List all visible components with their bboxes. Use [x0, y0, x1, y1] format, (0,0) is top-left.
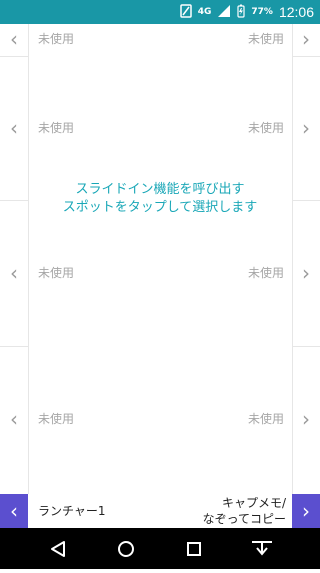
capture-memo-label[interactable]: キャプメモ/ なぞってコピー	[203, 495, 286, 527]
clock: 12:06	[278, 4, 314, 20]
battery-percent: 77%	[251, 7, 273, 17]
divider	[0, 200, 28, 201]
divider	[292, 200, 320, 201]
right-slot-label: 未使用	[247, 412, 284, 426]
divider	[0, 346, 28, 347]
left-spot-1[interactable]: ‹	[0, 25, 28, 53]
right-spot-4[interactable]: ›	[292, 405, 320, 433]
right-slot-label: 未使用	[247, 32, 284, 46]
status-bar: 4G 77% 12:06	[0, 0, 320, 24]
right-spot-1[interactable]: ›	[292, 25, 320, 53]
right-spot-2[interactable]: ›	[292, 114, 320, 142]
instruction-message: スライドイン機能を呼び出す スポットをタップして選択します	[28, 181, 292, 217]
left-spot-2[interactable]: ‹	[0, 114, 28, 142]
signal-icon	[217, 4, 231, 21]
capture-memo-line-1: キャプメモ/	[221, 496, 286, 510]
left-spot-3[interactable]: ‹	[0, 259, 28, 287]
divider	[292, 346, 320, 347]
right-spot-3[interactable]: ›	[292, 259, 320, 287]
chevron-left-button[interactable]: ‹	[0, 494, 28, 528]
system-nav-bar	[0, 528, 320, 569]
sim-icon	[180, 3, 192, 21]
capture-memo-line-2: なぞってコピー	[202, 512, 286, 526]
right-slot-label: 未使用	[247, 121, 284, 135]
divider	[292, 56, 320, 57]
divider	[0, 56, 28, 57]
right-slot-label: 未使用	[247, 266, 284, 280]
chevron-right-button[interactable]: ›	[292, 494, 320, 528]
left-spot-4[interactable]: ‹	[0, 405, 28, 433]
left-slot-label: 未使用	[38, 32, 75, 46]
network-type: 4G	[197, 7, 212, 17]
left-slot-label: 未使用	[38, 121, 75, 135]
left-slot-label: 未使用	[38, 266, 75, 280]
instruction-line-2: スポットをタップして選択します	[62, 200, 258, 215]
left-column-border	[28, 24, 29, 494]
launcher-label[interactable]: ランチャー1	[38, 502, 106, 519]
status-icons: 4G 77% 12:06	[180, 0, 314, 24]
instruction-line-1: スライドイン機能を呼び出す	[75, 182, 245, 197]
battery-icon	[237, 4, 246, 21]
left-slot-label: 未使用	[38, 412, 75, 426]
bottom-bar: ‹ ランチャー1 キャプメモ/ なぞってコピー ›	[0, 494, 320, 528]
notifications-icon[interactable]	[222, 528, 302, 569]
